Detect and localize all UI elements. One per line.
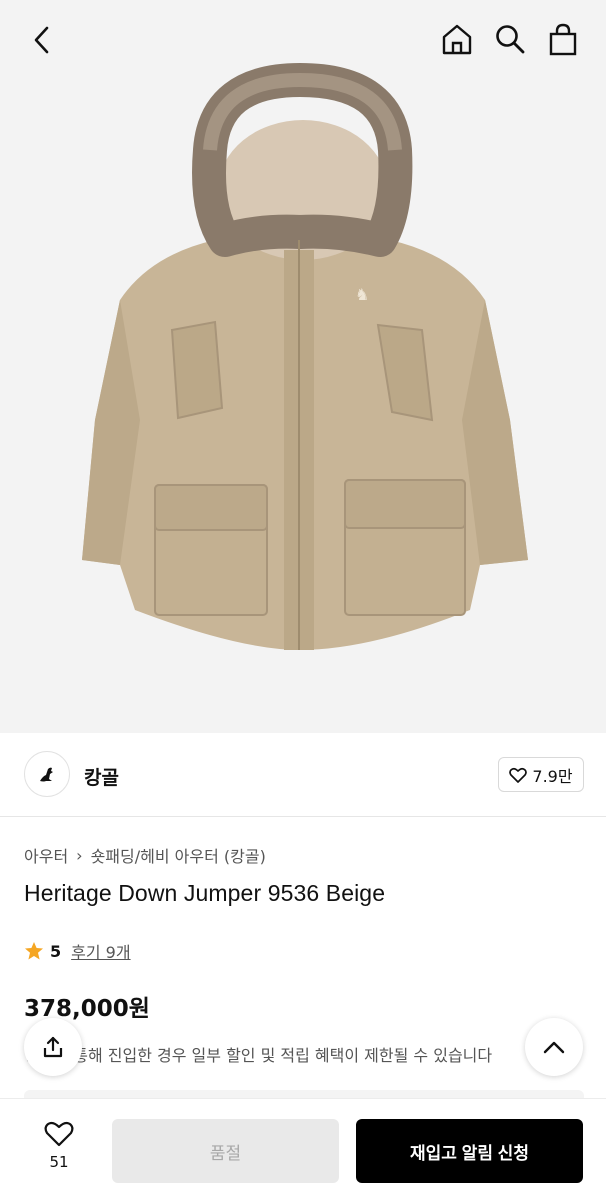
share-icon — [43, 1036, 63, 1058]
breadcrumb-subcategory[interactable]: 숏패딩/헤비 아우터 (캉골) — [91, 843, 266, 867]
star-icon — [25, 942, 43, 960]
top-nav — [0, 0, 606, 80]
product-title: Heritage Down Jumper 9536 Beige — [24, 880, 386, 906]
rating-score: 5 — [50, 941, 62, 961]
restock-alert-button[interactable]: 재입고 알림 신청 — [356, 1119, 583, 1183]
discount-notice: 링크를 통해 진입한 경우 일부 할인 및 적립 혜택이 제한될 수 있습니다 — [24, 1046, 493, 1065]
jacket-illustration: ♞ — [0, 0, 606, 733]
breadcrumb: 아우터 › 숏패딩/헤비 아우터 (캉골) — [24, 843, 266, 867]
wishlist-button[interactable]: 51 — [30, 1121, 88, 1171]
chevron-left-icon — [34, 26, 49, 54]
review-count-link[interactable]: 후기 9개 — [71, 939, 130, 963]
brand-like-button[interactable]: 7.9만 — [498, 757, 584, 792]
brand-row[interactable]: 캉골 7.9만 — [0, 733, 606, 817]
search-icon — [496, 25, 525, 54]
kangaroo-logo-icon — [40, 767, 53, 782]
chevron-up-icon — [543, 1041, 565, 1054]
heart-icon — [44, 1121, 74, 1147]
cart-button[interactable] — [542, 18, 584, 60]
shopping-bag-icon — [549, 23, 577, 56]
back-button[interactable] — [22, 20, 62, 60]
share-button[interactable] — [24, 1018, 82, 1076]
brand-name[interactable]: 캉골 — [84, 763, 119, 790]
scroll-top-button[interactable] — [525, 1018, 583, 1076]
product-image[interactable]: ♞ — [0, 0, 606, 733]
rating-summary[interactable]: 5 후기 9개 — [24, 939, 131, 963]
home-icon — [442, 24, 472, 55]
product-price: 378,000원 — [24, 996, 150, 1022]
breadcrumb-category[interactable]: 아우터 — [24, 843, 68, 867]
search-button[interactable] — [489, 18, 531, 60]
soldout-button: 품절 — [112, 1119, 339, 1183]
wishlist-count: 51 — [49, 1153, 69, 1171]
chevron-right-icon: › — [76, 845, 83, 865]
svg-text:♞: ♞ — [355, 285, 369, 304]
heart-icon — [509, 767, 528, 783]
brand-like-count: 7.9만 — [532, 766, 573, 786]
brand-logo[interactable] — [24, 751, 70, 797]
home-button[interactable] — [436, 18, 478, 60]
bottom-action-bar: 51 품절 재입고 알림 신청 — [0, 1098, 606, 1200]
